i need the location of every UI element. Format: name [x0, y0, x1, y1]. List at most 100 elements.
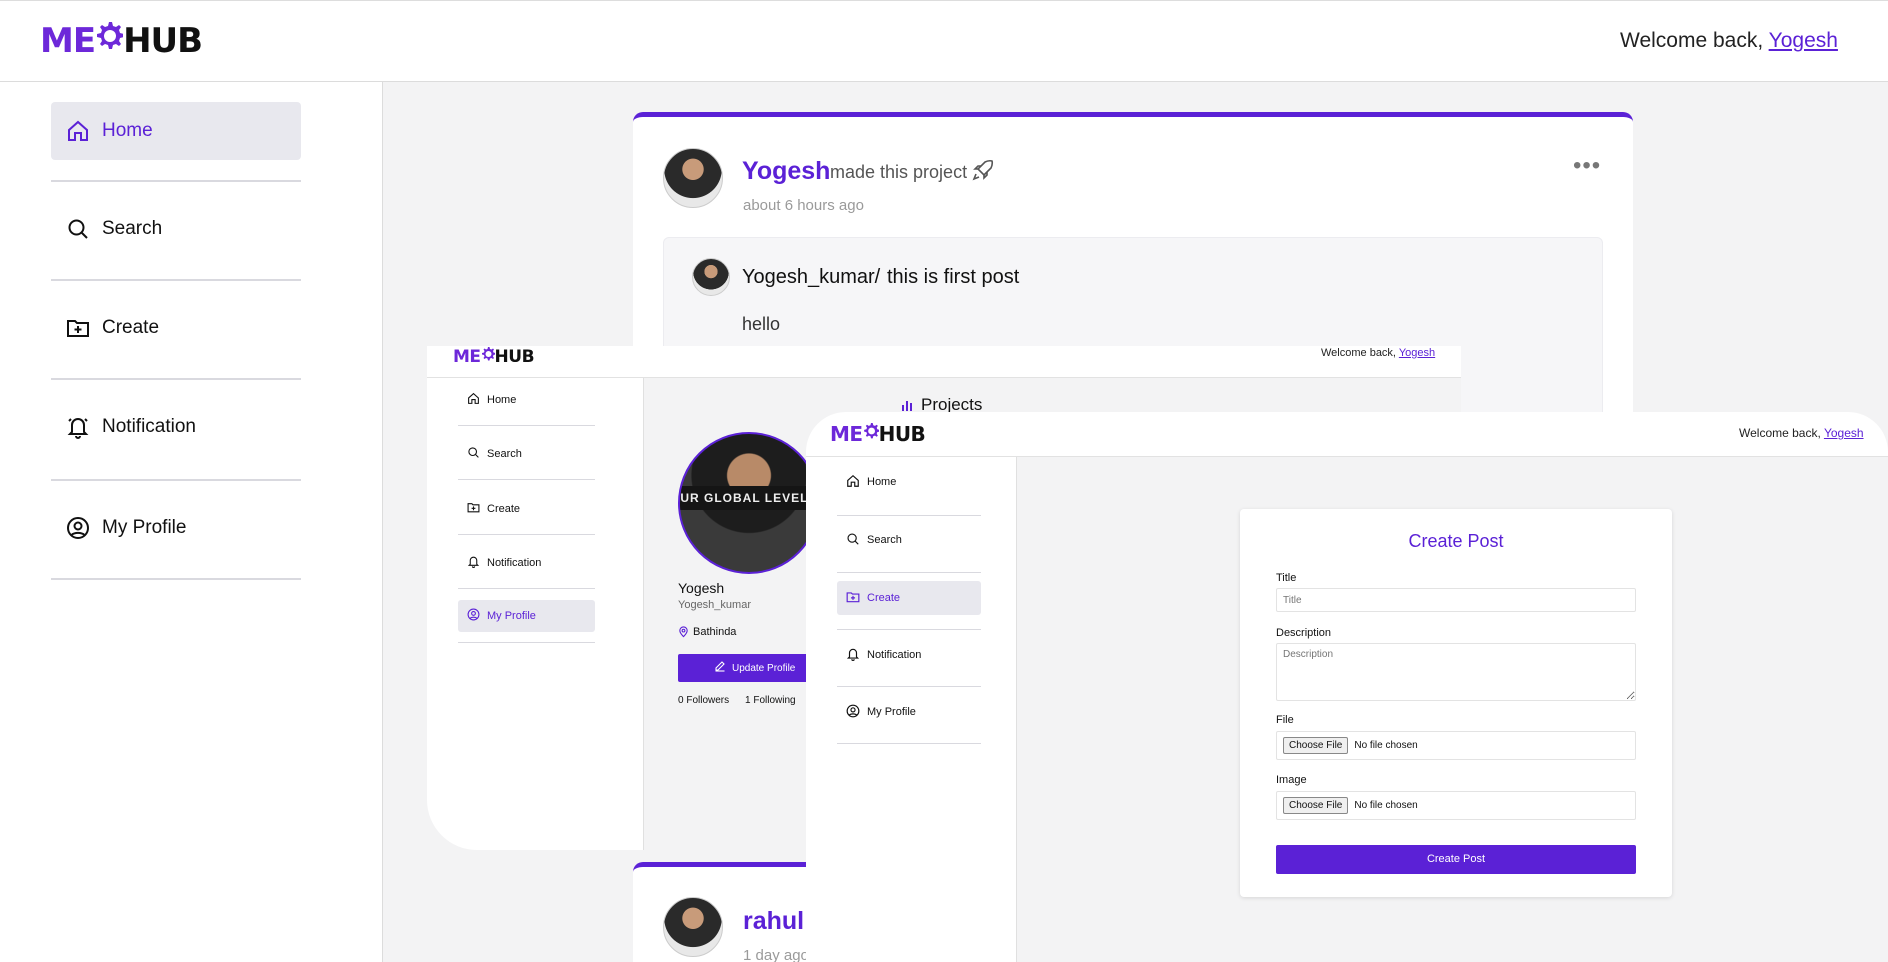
nav-divider	[837, 515, 981, 516]
update-profile-button[interactable]: Update Profile	[678, 654, 818, 682]
sidebar-item-label: Search	[102, 218, 163, 239]
sidebar-item-search[interactable]: Search	[51, 200, 301, 258]
nav-divider	[837, 629, 981, 630]
nav-divider	[51, 279, 301, 281]
sidebar-item-my-profile[interactable]: My Profile	[837, 695, 981, 729]
description-label: Description	[1276, 627, 1332, 639]
search-icon	[846, 532, 860, 549]
nav-divider	[458, 479, 595, 480]
welcome-message: Welcome back, Yogesh	[1620, 29, 1838, 53]
embedded-post-author: Yogesh_kumar/	[742, 266, 881, 288]
title-input[interactable]	[1276, 588, 1636, 612]
choose-file-button[interactable]: Choose File	[1283, 737, 1349, 754]
bell-icon	[467, 555, 480, 571]
user-profile-link[interactable]: Yogesh	[1769, 29, 1838, 52]
file-label: File	[1276, 714, 1294, 726]
post-author-link[interactable]: Yogesh	[742, 157, 830, 186]
user-profile-link[interactable]: Yogesh	[1824, 426, 1864, 440]
post-author-link[interactable]: rahul	[743, 907, 804, 936]
logo-me-text: ME	[830, 421, 863, 446]
profile-screenshot-sidebar: Home Search Create Notification My Profi…	[427, 378, 644, 850]
gear-icon	[95, 19, 125, 62]
user-circle-icon	[467, 608, 480, 624]
avatar[interactable]	[663, 897, 723, 957]
create-screenshot-sidebar: Home Search Create Notification My Profi…	[806, 457, 1017, 962]
sidebar-item-label: Search	[867, 534, 902, 546]
folder-plus-icon	[66, 316, 90, 340]
sidebar-item-label: Home	[102, 120, 153, 141]
description-textarea[interactable]	[1276, 643, 1636, 701]
image-input: Choose File No file chosen	[1276, 791, 1636, 820]
sidebar-item-search[interactable]: Search	[458, 438, 595, 470]
logo-hub-text: HUB	[494, 346, 535, 367]
sidebar-item-home[interactable]: Home	[837, 465, 981, 499]
sidebar-item-create[interactable]: Create	[837, 581, 981, 615]
sidebar-item-label: Notification	[102, 416, 196, 437]
mechub-logo: ME HUB	[453, 346, 535, 368]
home-icon	[467, 392, 480, 408]
title-label: Title	[1276, 572, 1297, 584]
create-post-screenshot: ME HUB Welcome back, Yogesh Home Search …	[806, 412, 1888, 962]
top-header: ME HUB Welcome back, Yogesh	[0, 0, 1888, 82]
logo-me-text: ME	[453, 346, 481, 367]
sidebar-item-create[interactable]: Create	[458, 493, 595, 525]
welcome-text: Welcome back,	[1739, 426, 1821, 440]
user-circle-icon	[846, 704, 860, 721]
profile-username: Yogesh_kumar	[678, 599, 751, 611]
create-post-form: Create Post Title Description File Choos…	[1240, 509, 1672, 897]
user-profile-link[interactable]: Yogesh	[1399, 347, 1435, 359]
file-status: No file chosen	[1354, 740, 1418, 751]
photo-banner-text: OUR GLOBAL LEVEL HA	[680, 486, 818, 510]
sidebar-item-notification[interactable]: Notification	[837, 638, 981, 672]
image-status: No file chosen	[1354, 800, 1418, 811]
profile-name: Yogesh	[678, 580, 725, 596]
nav-divider	[51, 378, 301, 380]
gear-icon	[481, 346, 496, 368]
nav-divider	[458, 534, 595, 535]
sidebar-item-my-profile[interactable]: My Profile	[51, 499, 301, 557]
file-input: Choose File No file chosen	[1276, 731, 1636, 760]
bell-icon	[66, 415, 90, 439]
profile-photo: OUR GLOBAL LEVEL HA	[678, 432, 820, 574]
sidebar-item-label: My Profile	[102, 517, 187, 538]
profile-screenshot-header: ME HUB Welcome back, Yogesh	[427, 346, 1461, 378]
sidebar-item-home[interactable]: Home	[458, 384, 595, 416]
nav-divider	[51, 479, 301, 481]
sidebar-item-search[interactable]: Search	[837, 523, 981, 557]
welcome-text: Welcome back,	[1620, 29, 1764, 52]
nav-divider	[51, 180, 301, 182]
pencil-icon	[714, 659, 726, 677]
following-count[interactable]: 1 Following	[745, 695, 796, 706]
embedded-post-body: hello	[742, 314, 781, 334]
image-label: Image	[1276, 774, 1307, 786]
form-title: Create Post	[1408, 531, 1504, 551]
create-post-button[interactable]: Create Post	[1276, 845, 1636, 874]
sidebar-item-create[interactable]: Create	[51, 299, 301, 357]
folder-plus-icon	[846, 590, 860, 607]
avatar	[692, 258, 730, 296]
followers-count[interactable]: 0 Followers	[678, 695, 729, 706]
logo-hub-text: HUB	[878, 421, 926, 446]
sidebar-item-my-profile[interactable]: My Profile	[458, 600, 595, 632]
nav-divider	[837, 572, 981, 573]
profile-location: Bathinda	[693, 626, 737, 638]
sidebar-item-notification[interactable]: Notification	[51, 398, 301, 456]
sidebar-item-notification[interactable]: Notification	[458, 547, 595, 579]
choose-image-button[interactable]: Choose File	[1283, 797, 1349, 814]
post-action-text: made this project	[830, 162, 968, 182]
mechub-logo[interactable]: ME HUB	[40, 19, 203, 62]
update-profile-label: Update Profile	[732, 662, 796, 674]
create-screenshot-header: ME HUB Welcome back, Yogesh	[806, 412, 1888, 457]
post-timestamp: 1 day ago	[743, 947, 809, 962]
nav-divider	[837, 686, 981, 687]
sidebar-item-home[interactable]: Home	[51, 102, 301, 160]
avatar[interactable]	[663, 148, 723, 208]
sidebar-item-label: Home	[867, 476, 897, 488]
user-circle-icon	[66, 516, 90, 540]
nav-divider	[837, 743, 981, 744]
home-icon	[846, 474, 860, 491]
nav-divider	[51, 578, 301, 580]
more-options-icon[interactable]: •••	[1573, 152, 1601, 180]
logo-me-text: ME	[40, 20, 96, 61]
sidebar-item-label: My Profile	[487, 610, 536, 622]
